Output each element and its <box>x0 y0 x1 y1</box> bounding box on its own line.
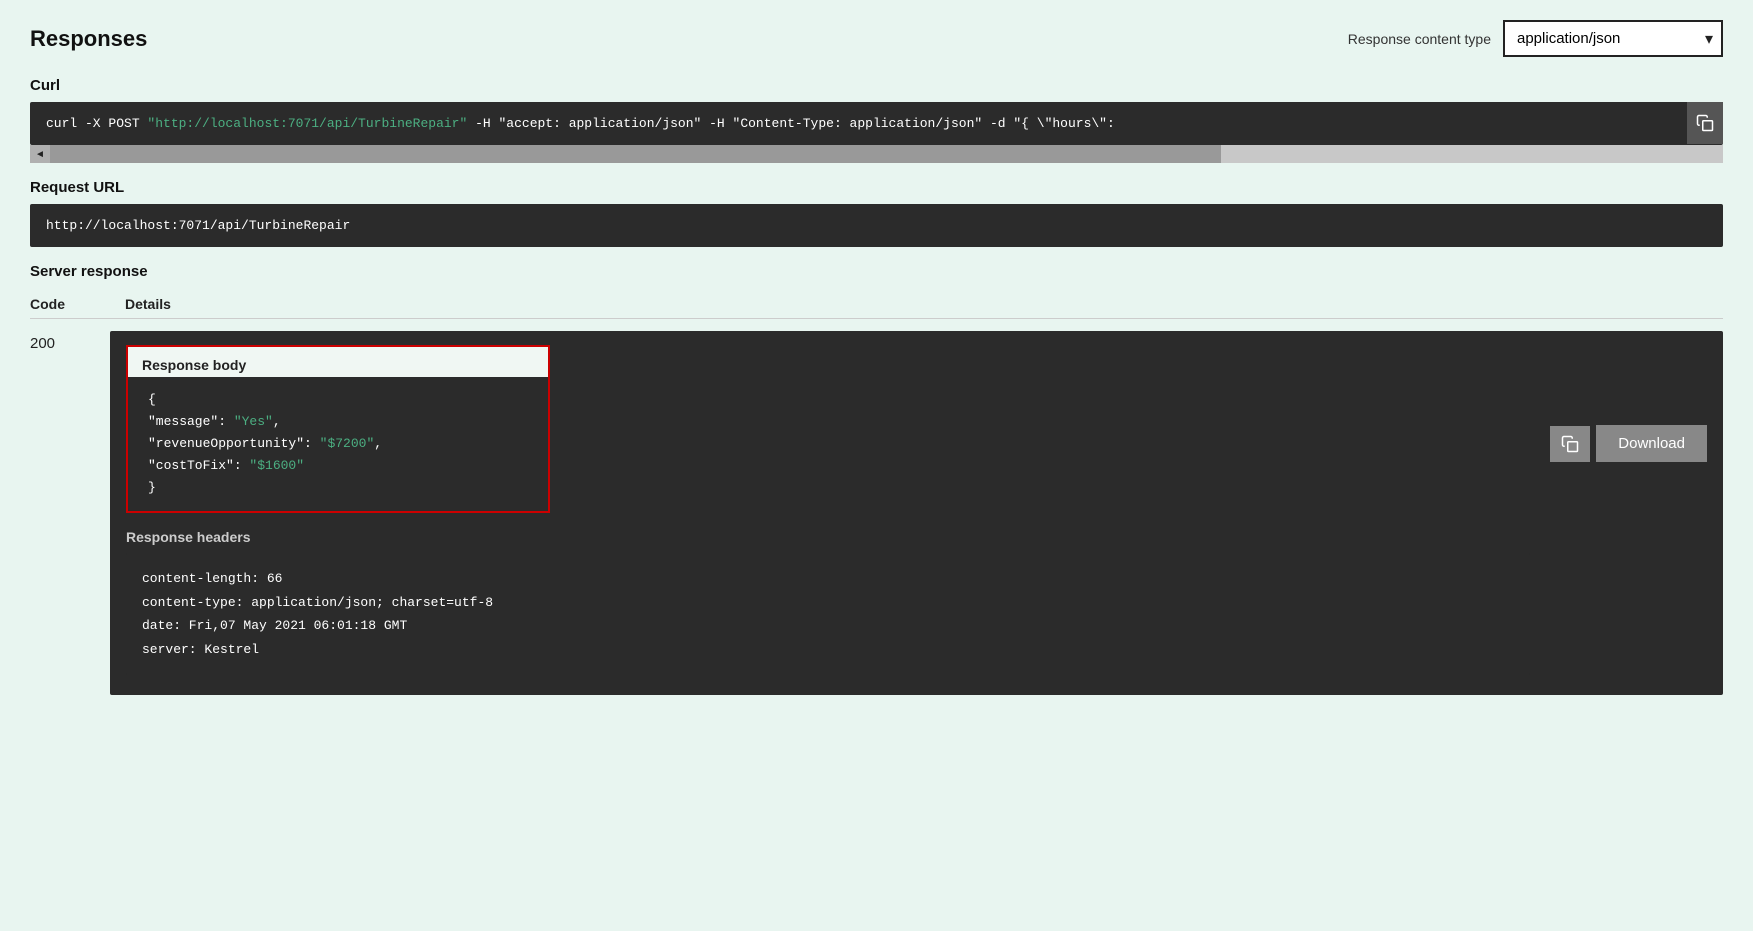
header-date: date: Fri,07 May 2021 06:01:18 GMT <box>142 614 1514 637</box>
response-headers-label: Response headers <box>126 529 1530 545</box>
curl-section: Curl curl -X POST "http://localhost:7071… <box>30 77 1723 163</box>
json-line-2: "message": "Yes", <box>148 411 528 433</box>
page-title: Responses <box>30 26 147 52</box>
response-headers-box: content-length: 66 content-type: applica… <box>126 553 1530 675</box>
response-code: 200 <box>30 331 110 352</box>
content-type-select-wrapper[interactable]: application/json text/plain text/xml <box>1503 20 1723 57</box>
header-content-type: content-type: application/json; charset=… <box>142 591 1514 614</box>
response-body-container: Response body { "message": "Yes", "reven… <box>126 345 550 513</box>
server-response-section: Server response Code Details 200 Respons… <box>30 263 1723 707</box>
scroll-thumb <box>50 145 1221 163</box>
response-headers-section: Response headers content-length: 66 cont… <box>126 529 1530 675</box>
curl-copy-icon[interactable] <box>1687 102 1723 144</box>
request-url-box: http://localhost:7071/api/TurbineRepair <box>30 204 1723 247</box>
content-type-row: Response content type application/json t… <box>1348 20 1723 57</box>
curl-headers: -H "accept: application/json" -H "Conten… <box>467 116 1115 131</box>
response-body-code: { "message": "Yes", "revenueOpportunity"… <box>128 377 548 511</box>
header-server: server: Kestrel <box>142 638 1514 661</box>
json-line-3: "revenueOpportunity": "$7200", <box>148 433 528 455</box>
json-line-4: "costToFix": "$1600" <box>148 455 528 477</box>
json-line-5: } <box>148 477 528 499</box>
response-content-col: Response body { "message": "Yes", "reven… <box>126 345 1530 675</box>
scroll-left-arrow[interactable]: ◄ <box>30 145 50 163</box>
curl-command-box: curl -X POST "http://localhost:7071/api/… <box>30 102 1723 145</box>
content-type-select[interactable]: application/json text/plain text/xml <box>1503 20 1723 57</box>
code-details-header: Code Details <box>30 288 1723 319</box>
content-type-label: Response content type <box>1348 31 1491 47</box>
copy-response-button[interactable] <box>1550 426 1590 462</box>
scroll-track[interactable] <box>50 145 1723 163</box>
curl-scrollbar[interactable]: ◄ <box>30 145 1723 163</box>
request-url-label: Request URL <box>30 179 1723 196</box>
curl-prefix: curl -X POST <box>46 116 147 131</box>
json-line-1: { <box>148 389 528 411</box>
code-column-header: Code <box>30 296 65 312</box>
download-button[interactable]: Download <box>1596 425 1707 462</box>
header-content-length: content-length: 66 <box>142 567 1514 590</box>
response-actions: Download <box>1530 345 1707 462</box>
curl-label: Curl <box>30 77 1723 94</box>
response-200-row: 200 Response body { "message": "Yes", "r… <box>30 319 1723 707</box>
curl-url: "http://localhost:7071/api/TurbineRepair… <box>147 116 467 131</box>
response-dark-section: Response body { "message": "Yes", "reven… <box>110 331 1723 695</box>
request-url-value: http://localhost:7071/api/TurbineRepair <box>46 218 350 233</box>
response-body-label: Response body <box>128 347 548 377</box>
server-response-label: Server response <box>30 263 1723 280</box>
details-column-header: Details <box>125 296 171 312</box>
header-row: Responses Response content type applicat… <box>30 20 1723 57</box>
request-url-section: Request URL http://localhost:7071/api/Tu… <box>30 179 1723 247</box>
